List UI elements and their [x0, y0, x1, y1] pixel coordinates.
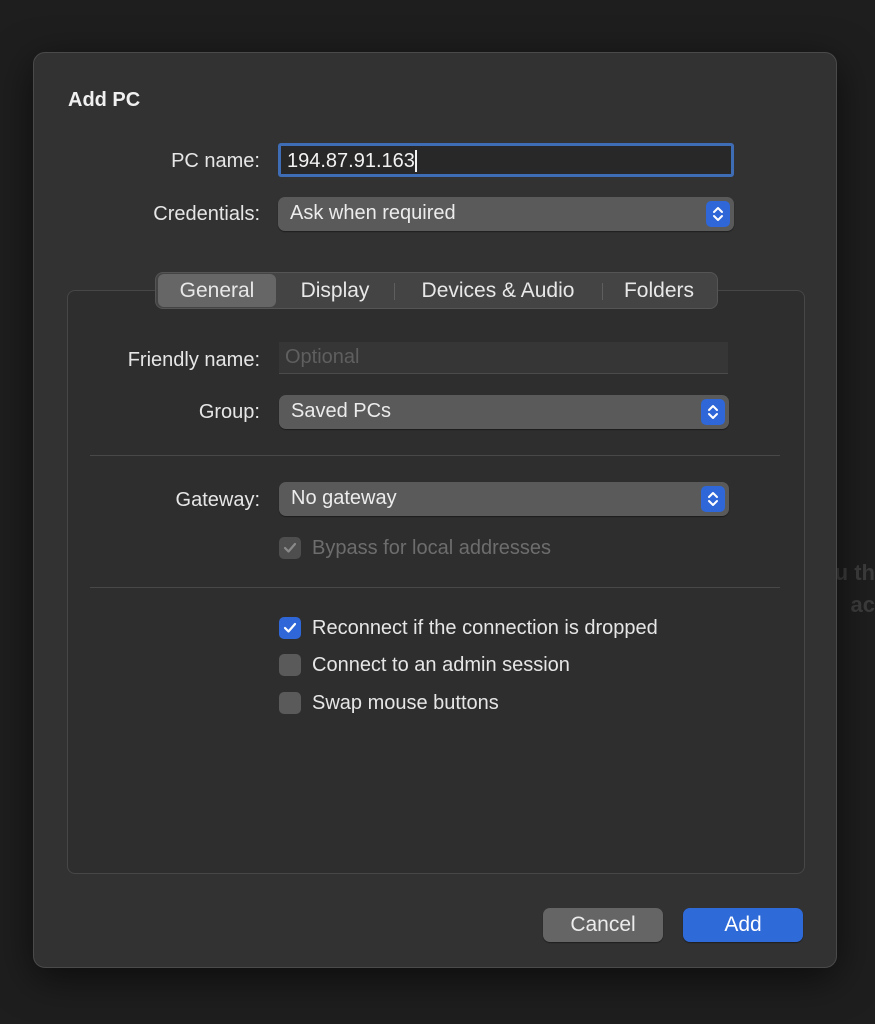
add-pc-dialog: Add PC PC name: 194.87.91.163 Credential…	[33, 52, 837, 968]
credentials-value: Ask when required	[290, 202, 456, 224]
swap-mouse-checkbox[interactable]	[279, 692, 301, 714]
credentials-label: Credentials:	[153, 203, 260, 225]
group-popup[interactable]: Saved PCs	[279, 395, 729, 429]
tab-folders[interactable]: Folders	[602, 274, 716, 307]
dialog-title: Add PC	[68, 89, 141, 111]
section-divider	[90, 587, 780, 588]
pc-name-value: 194.87.91.163	[287, 150, 415, 172]
friendly-name-placeholder: Optional	[285, 346, 360, 368]
gateway-label: Gateway:	[175, 489, 260, 511]
bypass-checkbox[interactable]	[279, 537, 301, 559]
up-down-chevron-icon	[706, 201, 730, 227]
tab-devices-audio[interactable]: Devices & Audio	[394, 274, 602, 307]
tab-display[interactable]: Display	[276, 274, 394, 307]
group-value: Saved PCs	[291, 400, 392, 422]
tab-content-panel	[67, 290, 805, 874]
group-label: Group:	[198, 401, 260, 423]
friendly-name-label: Friendly name:	[127, 349, 260, 371]
pc-name-field[interactable]: 194.87.91.163	[278, 143, 734, 177]
pc-name-label: PC name:	[171, 150, 260, 172]
gateway-value: No gateway	[291, 487, 397, 509]
up-down-chevron-icon	[701, 486, 725, 512]
tab-bar: General Display Devices & Audio Folders	[155, 272, 718, 309]
background-text: ac	[850, 592, 875, 617]
up-down-chevron-icon	[701, 399, 725, 425]
admin-session-label: Connect to an admin session	[312, 654, 570, 676]
reconnect-checkbox[interactable]	[279, 617, 301, 639]
checkmark-icon	[283, 542, 297, 553]
text-caret	[414, 150, 417, 172]
cancel-button[interactable]: Cancel	[543, 908, 663, 942]
admin-session-checkbox[interactable]	[279, 654, 301, 676]
background-text: u th	[834, 560, 875, 585]
checkmark-icon	[283, 622, 297, 633]
bypass-label: Bypass for local addresses	[312, 537, 552, 559]
credentials-popup[interactable]: Ask when required	[278, 197, 734, 231]
section-divider	[90, 455, 780, 456]
add-button[interactable]: Add	[683, 908, 803, 942]
reconnect-label: Reconnect if the connection is dropped	[312, 617, 658, 639]
gateway-popup[interactable]: No gateway	[279, 482, 729, 516]
swap-mouse-label: Swap mouse buttons	[312, 692, 499, 714]
tab-general[interactable]: General	[158, 274, 276, 307]
friendly-name-field[interactable]: Optional	[279, 342, 728, 374]
